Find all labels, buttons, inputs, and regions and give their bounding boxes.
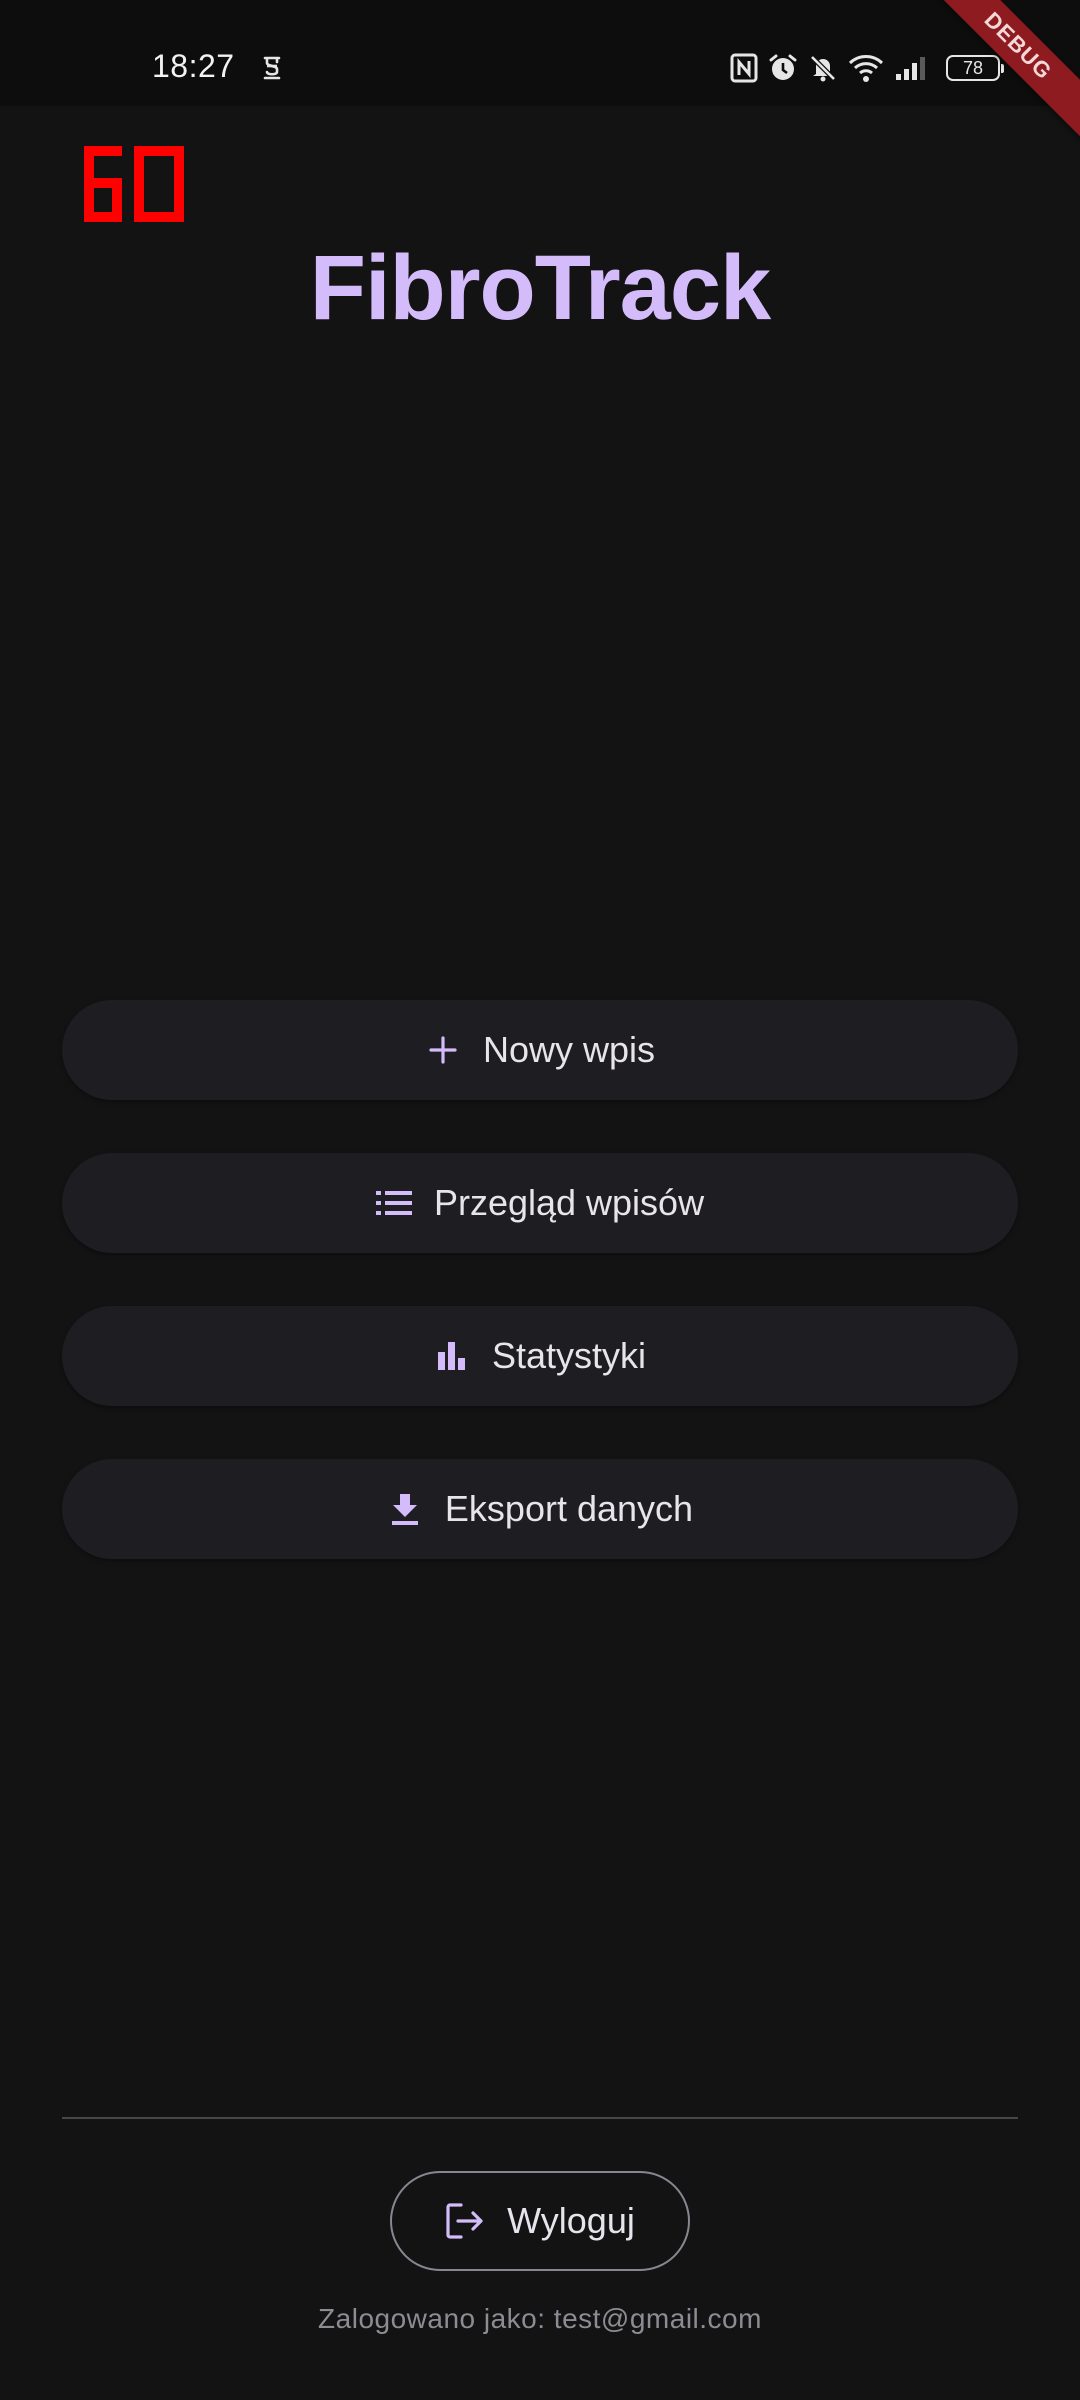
new-entry-label: Nowy wpis <box>482 1029 656 1070</box>
status-icons: 78 <box>730 50 1004 86</box>
wifi-icon <box>848 53 884 83</box>
new-entry-button[interactable]: Nowy wpis <box>62 1000 1018 1100</box>
status-time: 18:27 <box>152 48 235 84</box>
app-screen: 18:27 78 DEBUG FibroTrack Nowy wpis Prze… <box>0 0 1080 2400</box>
entries-overview-label: Przegląd wpisów <box>433 1182 705 1223</box>
statistics-button[interactable]: Statystyki <box>62 1306 1018 1406</box>
entries-overview-button[interactable]: Przegląd wpisów <box>62 1153 1018 1253</box>
alarm-icon <box>768 53 798 83</box>
logout-button[interactable]: Wyloguj <box>390 2171 690 2271</box>
logged-in-as-text: Zalogowano jako: test@gmail.com <box>318 2303 762 2334</box>
signal-icon <box>894 54 928 82</box>
sim-toolkit-icon <box>258 52 286 84</box>
statistics-label: Statystyki <box>491 1335 647 1376</box>
nfc-icon <box>730 53 758 83</box>
logout-label: Wyloguj <box>507 2200 635 2241</box>
bell-off-icon <box>808 53 838 83</box>
app-title: FibroTrack <box>309 237 771 339</box>
logout-icon <box>445 2202 485 2240</box>
download-icon <box>387 1491 423 1527</box>
status-bar: 18:27 78 <box>0 0 1080 106</box>
plus-icon <box>425 1032 461 1068</box>
battery-icon: 78 <box>946 55 1004 81</box>
bar-chart-icon <box>434 1338 470 1374</box>
export-data-label: Eksport danych <box>444 1488 694 1529</box>
footer-divider <box>62 2117 1018 2119</box>
export-data-button[interactable]: Eksport danych <box>62 1459 1018 1559</box>
list-icon <box>375 1185 412 1221</box>
fps-counter <box>82 144 186 224</box>
